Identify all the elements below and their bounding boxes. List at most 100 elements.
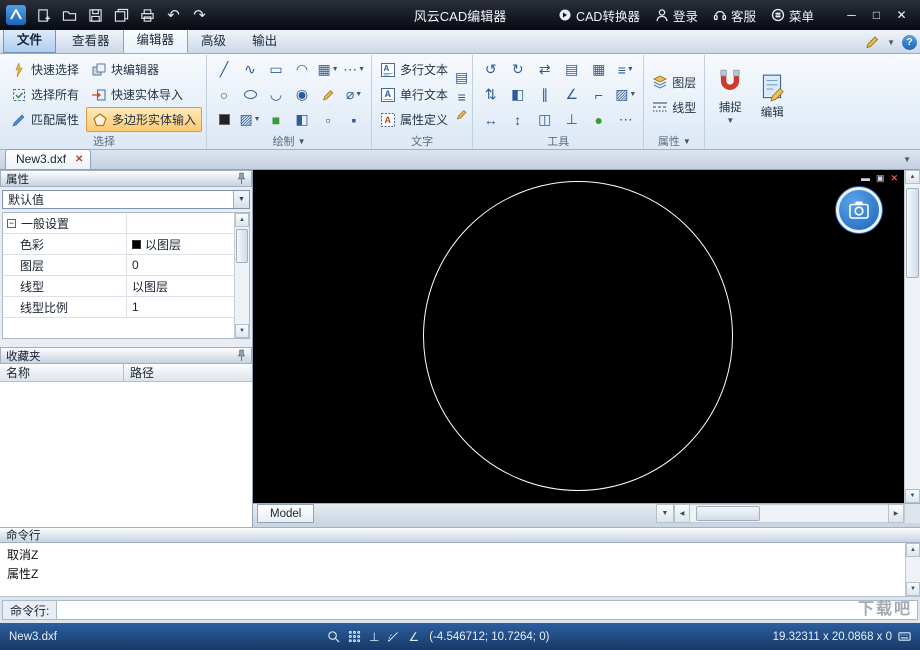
multiline-text-button[interactable]: A 多行文本 [376, 58, 452, 82]
scroll-up-icon[interactable]: ▲ [235, 213, 249, 227]
minimize-button[interactable]: ─ [839, 4, 864, 26]
print-button[interactable] [135, 4, 160, 26]
close-button[interactable]: ✕ [889, 4, 914, 26]
perpendicular-icon[interactable]: ⊥ [558, 107, 585, 132]
mirror-icon[interactable]: ◧ [504, 82, 531, 107]
layer-button[interactable]: 图层 [648, 71, 700, 93]
move-v-icon[interactable]: ↕ [504, 107, 531, 132]
document-tab[interactable]: New3.dxf ✕ [5, 149, 92, 169]
region-icon[interactable]: ■ [263, 107, 289, 132]
circle-icon[interactable]: ○ [211, 82, 237, 107]
scroll-thumb[interactable] [236, 229, 248, 263]
scroll-up-icon[interactable]: ▲ [905, 170, 920, 184]
linetype-button[interactable]: 线型 [648, 96, 700, 118]
command-input[interactable] [57, 600, 918, 620]
arc-bottom-icon[interactable]: ◡ [263, 82, 289, 107]
block-editor-button[interactable]: 块编辑器 [86, 57, 202, 82]
chevron-down-icon[interactable]: ▼ [887, 38, 895, 47]
ellipse-icon[interactable] [237, 82, 263, 107]
snap-button[interactable]: 捕捉 ▼ [709, 56, 751, 133]
diameter-icon[interactable]: ⌀ ▼ [341, 82, 367, 107]
points-icon[interactable]: ⋯ ▼ [341, 57, 367, 82]
hatch-icon[interactable]: ▨ ▼ [237, 107, 263, 132]
scroll-down-icon[interactable]: ▼ [235, 324, 249, 338]
maximize-button[interactable]: □ [864, 4, 889, 26]
scroll-thumb[interactable] [906, 188, 919, 278]
save-as-button[interactable] [109, 4, 134, 26]
list-icon[interactable]: ≡ ▼ [612, 57, 639, 82]
doc-minimize-icon[interactable]: ▬ [861, 173, 870, 184]
swap-icon[interactable]: ⇄ [531, 57, 558, 82]
parallel-icon[interactable]: ∥ [531, 82, 558, 107]
redo-button[interactable]: ↷ [187, 4, 212, 26]
keyboard-icon[interactable] [898, 630, 911, 643]
tab-close-icon[interactable]: ✕ [75, 154, 83, 165]
command-history-scrollbar[interactable]: ▲ ▼ [905, 543, 920, 596]
property-group-row[interactable]: − 一般设置 [3, 213, 234, 234]
pin-icon[interactable] [237, 349, 246, 362]
undo-button[interactable]: ↶ [161, 4, 186, 26]
zoom-icon[interactable] [327, 630, 340, 643]
grid-snap-icon[interactable] [348, 630, 361, 643]
gradient-icon[interactable]: ◧ [289, 107, 315, 132]
spline-icon[interactable]: ∿ [237, 57, 263, 82]
more-icon[interactable]: ● [585, 107, 612, 132]
match-properties-button[interactable]: 匹配属性 [6, 107, 84, 132]
capture-button[interactable] [836, 187, 882, 233]
scroll-down-icon[interactable]: ▼ [905, 489, 920, 503]
canvas-horizontal-scrollbar[interactable]: ◀ ▶ [674, 504, 904, 523]
collapse-icon[interactable]: − [7, 218, 16, 228]
polygon-entity-input-button[interactable]: 多边形实体输入 [86, 107, 203, 132]
tab-viewer[interactable]: 查看器 [59, 27, 123, 53]
favorites-list[interactable] [0, 382, 252, 527]
tab-output[interactable]: 输出 [239, 27, 290, 53]
ortho-icon[interactable]: ⊥ [369, 630, 379, 644]
drawing-canvas[interactable]: ▬ ▣ ✕ [253, 170, 904, 503]
tab-advanced[interactable]: 高级 [188, 27, 239, 53]
layout-chevron-icon[interactable]: ▼ [656, 504, 674, 523]
align-icon[interactable]: ◫ [531, 107, 558, 132]
table-icon[interactable]: ▤ [455, 69, 468, 86]
scroll-right-icon[interactable]: ▶ [888, 504, 904, 523]
point-style-icon[interactable]: ⋯ [612, 107, 639, 132]
rotate-cw-icon[interactable]: ↻ [504, 57, 531, 82]
pin-icon[interactable] [237, 172, 246, 185]
arc-icon[interactable]: ◠ [289, 57, 315, 82]
hatch-edit-icon[interactable]: ▨ ▼ [612, 82, 639, 107]
login-button[interactable]: 登录 [655, 6, 698, 25]
rectangle-icon[interactable]: ▭ [263, 57, 289, 82]
cad-converter-button[interactable]: CAD转换器 [558, 6, 640, 25]
scroll-up-icon[interactable]: ▲ [906, 543, 920, 557]
combo-dropdown-icon[interactable]: ▼ [233, 191, 249, 208]
corner-icon[interactable]: ⌐ [585, 82, 612, 107]
doc-close-icon[interactable]: ✕ [890, 173, 898, 184]
color-icon[interactable] [211, 107, 237, 132]
menu-button[interactable]: 菜单 [771, 6, 814, 25]
line-icon[interactable]: ╱ [211, 57, 237, 82]
updown-icon[interactable]: ⇅ [477, 82, 504, 107]
new-file-button[interactable] [31, 4, 56, 26]
edit-text-icon[interactable] [455, 108, 468, 121]
favorites-name-column[interactable]: 名称 [0, 364, 124, 381]
measure-icon[interactable]: ▤ [558, 57, 585, 82]
quick-edit-icon[interactable] [864, 34, 880, 50]
canvas-vertical-scrollbar[interactable]: ▲ ▼ [904, 170, 920, 503]
angle-icon[interactable]: ∠ [558, 82, 585, 107]
wipeout-icon[interactable]: ▪ [341, 107, 367, 132]
property-preset-combo[interactable]: 默认值 ▼ [2, 190, 250, 209]
group-label-properties[interactable]: 属性 ▼ [648, 133, 700, 149]
support-button[interactable]: 客服 [713, 6, 756, 25]
select-all-button[interactable]: 选择所有 [6, 82, 84, 107]
singleline-text-button[interactable]: A 单行文本 [376, 83, 452, 107]
quick-select-button[interactable]: 快速选择 [6, 57, 84, 82]
field-icon[interactable]: ≡ [455, 89, 468, 105]
attribute-define-button[interactable]: A 属性定义 [376, 108, 452, 132]
quick-entity-import-button[interactable]: 快速实体导入 [86, 82, 202, 107]
save-button[interactable] [83, 4, 108, 26]
model-tab[interactable]: Model [257, 504, 315, 523]
group-label-draw[interactable]: 绘制 ▼ [211, 133, 367, 149]
edit-button[interactable]: 编辑 [751, 56, 793, 133]
scroll-thumb[interactable] [696, 506, 760, 521]
array-icon[interactable]: ▦ ▼ [315, 57, 341, 82]
grid-icon[interactable]: ▦ [585, 57, 612, 82]
